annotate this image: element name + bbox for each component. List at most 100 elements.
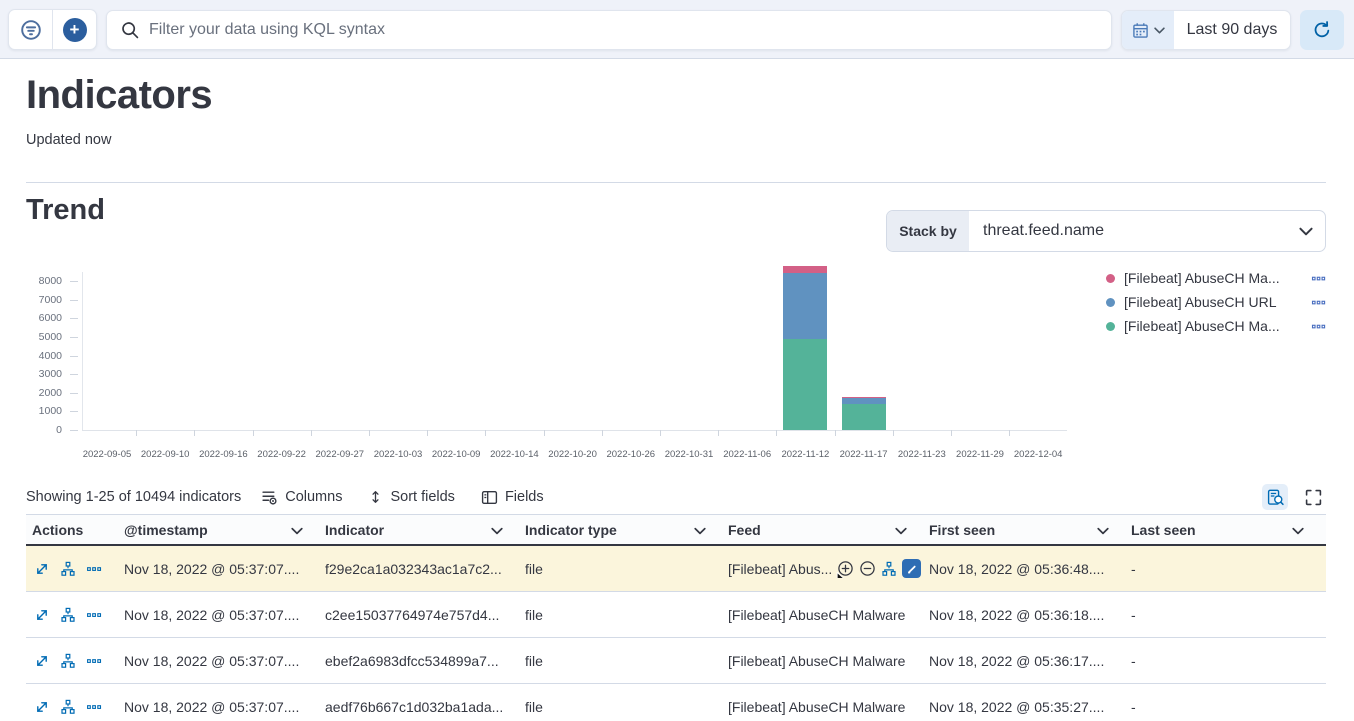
column-header-indicatortype[interactable]: Indicator type <box>525 515 728 544</box>
legend-item[interactable]: [Filebeat] AbuseCH URL <box>1106 290 1326 314</box>
column-header-lastseen[interactable]: Last seen <box>1131 515 1326 544</box>
y-axis-tick-label: 6000 <box>4 312 62 324</box>
chevron-down-icon <box>1292 527 1304 535</box>
indicator-cell: ebef2a6983dfcc534899a7... <box>325 653 525 669</box>
expand-button[interactable] <box>34 653 50 669</box>
date-range-picker: Last 90 days <box>1121 10 1291 50</box>
table-row: Nov 18, 2022 @ 05:37:07.... c2ee15037764… <box>26 592 1326 638</box>
x-axis-tick-label: 2022-11-29 <box>949 449 1011 460</box>
investigate-timeline-button[interactable] <box>60 607 76 623</box>
feed-cell: [Filebeat] AbuseCH Malware <box>728 607 929 623</box>
x-axis-tick-label: 2022-12-04 <box>1007 449 1069 460</box>
more-actions-button[interactable] <box>86 561 102 577</box>
more-cell-actions-button[interactable] <box>902 559 921 578</box>
timestamp-cell: Nov 18, 2022 @ 05:37:07.... <box>124 653 325 669</box>
expand-button[interactable] <box>34 699 50 715</box>
y-axis-tick <box>70 281 78 282</box>
expand-icon <box>34 653 50 669</box>
timestamp-cell: Nov 18, 2022 @ 05:37:07.... <box>124 607 325 623</box>
expand-icon <box>34 699 50 715</box>
x-axis-tick-label: 2022-10-20 <box>542 449 604 460</box>
x-axis-tick-label: 2022-11-17 <box>833 449 895 460</box>
feed-value: [Filebeat] AbuseCH Malware <box>728 653 905 669</box>
legend-color-dot <box>1106 298 1115 307</box>
y-axis-line <box>82 272 83 430</box>
last-seen-cell: - <box>1131 653 1326 669</box>
kql-search-input[interactable] <box>149 21 1097 39</box>
last-seen-cell: - <box>1131 699 1326 715</box>
indicators-page: + Last 90 days <box>0 0 1354 721</box>
pencil-icon <box>906 563 918 575</box>
investigate-timeline-button[interactable] <box>60 699 76 715</box>
toolbar-button-fields[interactable]: Fields <box>481 489 544 506</box>
toolbar-button-sort-fields[interactable]: Sort fields <box>368 489 454 506</box>
column-header-label: Indicator <box>325 522 384 538</box>
expand-button[interactable] <box>34 561 50 577</box>
bar-segment[interactable] <box>783 273 827 339</box>
add-filter-button[interactable]: + <box>53 10 96 49</box>
table-row: Nov 18, 2022 @ 05:37:07.... f29e2ca1a032… <box>26 546 1326 592</box>
column-header-indicator[interactable]: Indicator <box>325 515 525 544</box>
x-axis-tick-label: 2022-11-06 <box>716 449 778 460</box>
more-actions-button[interactable] <box>86 653 102 669</box>
y-axis-tick <box>70 393 78 394</box>
date-range-label: Last 90 days <box>1187 21 1278 39</box>
bar-segment[interactable] <box>783 339 827 430</box>
feed-value: [Filebeat] AbuseCH Malware <box>728 699 905 715</box>
expand-button[interactable] <box>34 607 50 623</box>
toolbar-right <box>1262 484 1326 510</box>
column-header-timestamp[interactable]: @timestamp <box>124 515 325 544</box>
timestamp-cell: Nov 18, 2022 @ 05:37:07.... <box>124 699 325 715</box>
query-menu-group: + <box>8 9 97 50</box>
investigate-timeline-button[interactable] <box>60 653 76 669</box>
columns-icon <box>261 489 278 506</box>
x-axis-tick-label: 2022-11-23 <box>891 449 953 460</box>
indicator-type-cell: file <box>525 607 728 623</box>
indicators-table: Actions @timestamp Indicator Indicator t… <box>26 514 1326 721</box>
date-range-button[interactable]: Last 90 days <box>1174 11 1290 49</box>
refresh-button[interactable] <box>1300 10 1344 50</box>
x-axis-tick-label: 2022-10-31 <box>658 449 720 460</box>
legend-item[interactable]: [Filebeat] AbuseCH Ma... <box>1106 266 1326 290</box>
search-icon <box>121 21 139 39</box>
toolbar-button-columns[interactable]: Columns <box>261 489 342 506</box>
bar-segment[interactable] <box>842 397 886 398</box>
x-axis-tick <box>951 430 952 436</box>
fullscreen-button[interactable] <box>1300 484 1326 510</box>
saved-query-menu-button[interactable] <box>9 10 52 49</box>
investigate-timeline-icon <box>60 561 76 577</box>
sort-fields-icon <box>368 489 383 505</box>
bar-segment[interactable] <box>842 398 886 404</box>
indicator-type-cell: file <box>525 653 728 669</box>
stack-by-control: Stack by threat.feed.name <box>886 210 1326 252</box>
investigate-timeline-icon <box>60 653 76 669</box>
chevron-down-icon <box>491 527 503 535</box>
x-axis-tick <box>311 430 312 436</box>
column-header-firstseen[interactable]: First seen <box>929 515 1131 544</box>
y-axis-tick <box>70 374 78 375</box>
date-quick-select-button[interactable] <box>1122 11 1174 49</box>
calendar-icon <box>1132 22 1149 39</box>
column-header-feed[interactable]: Feed <box>728 515 929 544</box>
dots-menu-icon <box>1311 271 1326 286</box>
chevron-down-icon <box>1097 527 1109 535</box>
filter-out-button[interactable] <box>859 560 876 577</box>
y-axis-tick-label: 0 <box>4 424 62 436</box>
inspect-button[interactable] <box>1262 484 1288 510</box>
bar-segment[interactable] <box>783 266 827 273</box>
x-axis-tick <box>893 430 894 436</box>
more-actions-button[interactable] <box>86 699 102 715</box>
expand-icon <box>34 561 50 577</box>
stack-by-select[interactable]: threat.feed.name <box>969 211 1299 251</box>
bar-segment[interactable] <box>842 404 886 430</box>
legend-color-dot <box>1106 322 1115 331</box>
more-actions-button[interactable] <box>86 607 102 623</box>
toolbar-button-label: Fields <box>505 489 544 505</box>
indicator-cell: c2ee15037764974e757d4... <box>325 607 525 623</box>
investigate-timeline-button[interactable] <box>60 561 76 577</box>
legend-item[interactable]: [Filebeat] AbuseCH Ma... <box>1106 314 1326 338</box>
add-to-timeline-button[interactable] <box>881 561 897 577</box>
investigate-timeline-icon <box>60 607 76 623</box>
column-header-label: Indicator type <box>525 522 617 538</box>
y-axis-tick <box>70 430 78 431</box>
